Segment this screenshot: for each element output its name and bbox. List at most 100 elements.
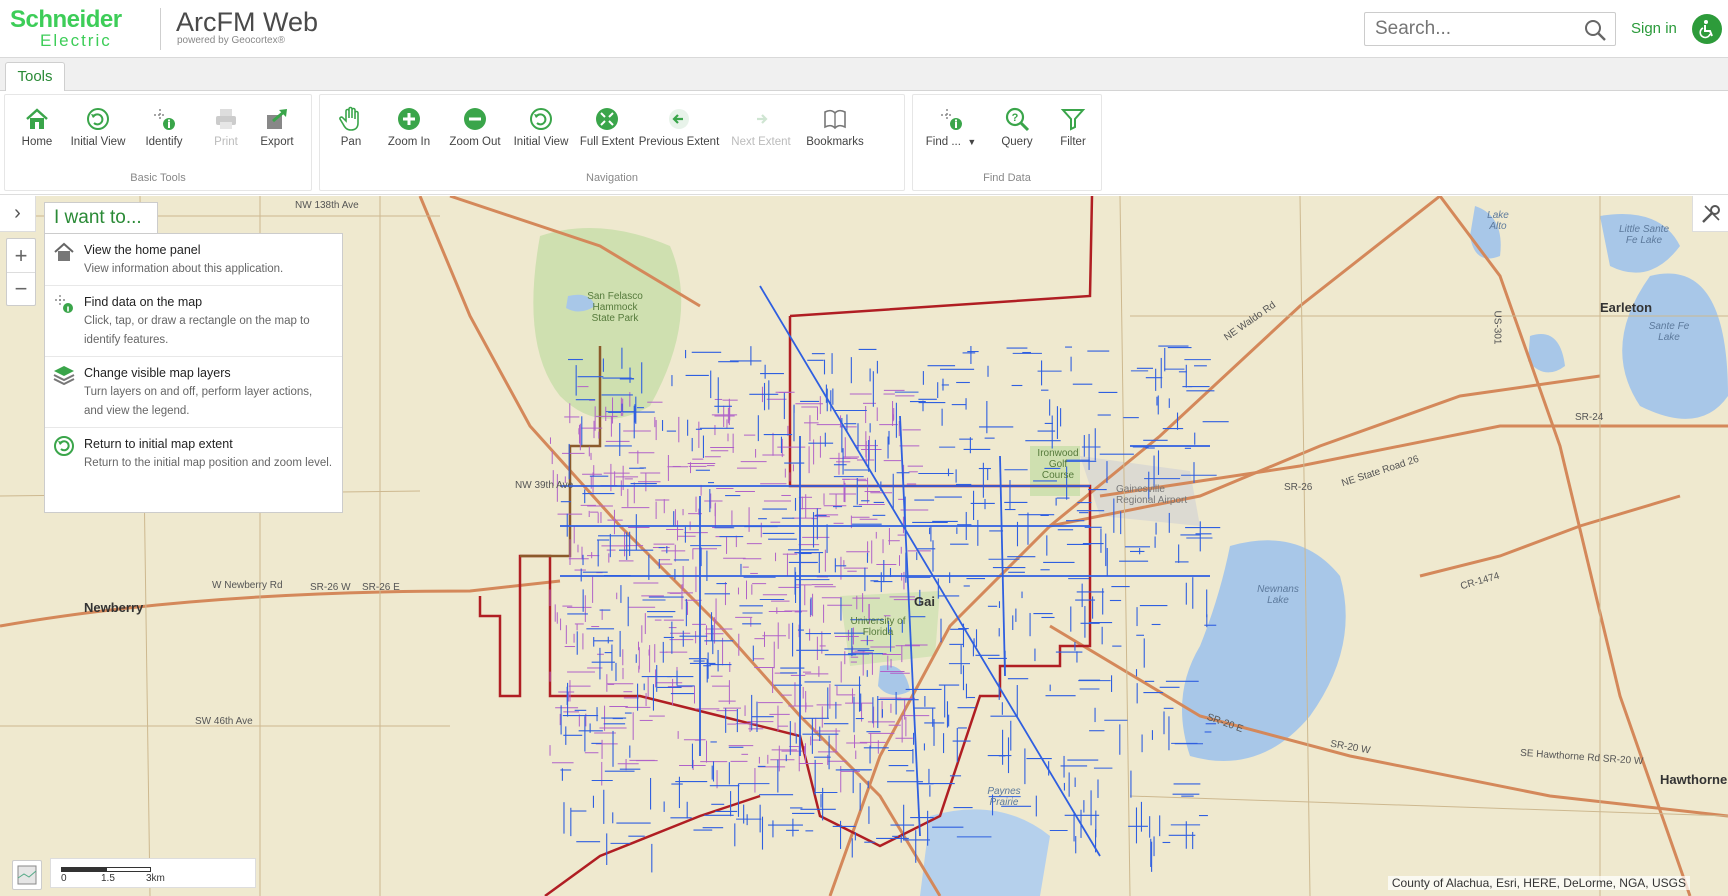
export-button[interactable]: Export — [240, 105, 314, 155]
identify-icon — [154, 109, 175, 130]
bookmarks-button[interactable]: Bookmarks — [798, 105, 872, 155]
sign-in-link[interactable]: Sign in — [1631, 20, 1677, 37]
i-want-to-tab[interactable]: I want to... — [44, 202, 158, 234]
zoom-out-button[interactable]: Zoom Out — [438, 105, 512, 155]
zoom-in-button[interactable]: Zoom In — [372, 105, 446, 155]
iw-title: Change visible map layers — [84, 366, 231, 380]
group-label-navigation: Navigation — [586, 172, 638, 184]
label-newnans-lake: Newnans Lake — [1257, 584, 1299, 606]
group-basic-tools: Home Initial View Identify Print Export … — [4, 94, 312, 191]
book-icon — [824, 109, 846, 130]
tab-tools[interactable]: Tools — [5, 62, 65, 92]
refresh-icon — [87, 108, 109, 130]
map-zoom-in-button[interactable]: + — [7, 239, 35, 272]
group-label-find-data: Find Data — [983, 172, 1031, 184]
refresh-icon — [530, 108, 552, 130]
app-subtitle: powered by Geocortex® — [177, 35, 285, 46]
full-extent-label: Full Extent — [579, 136, 635, 148]
search-icon[interactable] — [1583, 18, 1607, 42]
tab-strip: Tools — [0, 58, 1728, 92]
initial-view-nav-button[interactable]: Initial View — [504, 105, 578, 155]
export-icon — [267, 109, 287, 129]
label-hawthorne: Hawthorne — [1660, 772, 1728, 787]
iw-desc: Return to the initial map position and z… — [84, 457, 333, 469]
brand-name: Schneider — [10, 6, 122, 33]
label-uf: University of Florida — [850, 616, 906, 638]
wrench-icon — [1701, 204, 1720, 223]
find-button[interactable]: Find ... ▼ — [913, 105, 989, 155]
brand-sub: Electric — [40, 31, 112, 50]
zoom-in-label: Zoom In — [387, 136, 431, 148]
filter-button[interactable]: Filter — [1036, 105, 1110, 155]
zoom-out-icon — [464, 108, 486, 130]
home-icon — [54, 242, 74, 261]
overview-map-button[interactable] — [12, 860, 42, 890]
label-sr26w: SR-26 W — [310, 582, 351, 593]
home-icon — [26, 108, 48, 129]
find-label: Find ... ▼ — [913, 136, 989, 148]
iw-desc: Click, tap, or draw a rectangle on the m… — [84, 315, 310, 346]
label-ironwood: Ironwood Golf Course — [1037, 448, 1079, 481]
i-want-to-panel: View the home panel View information abo… — [44, 233, 343, 513]
label-sr26e: SR-26 E — [362, 582, 400, 593]
label-san-felasco: San Felasco Hammock State Park — [587, 291, 643, 324]
filter-label: Filter — [1060, 136, 1086, 148]
refresh-icon — [54, 436, 74, 456]
label-sr24: SR-24 — [1575, 412, 1604, 423]
identify-icon — [55, 295, 73, 313]
zoom-in-icon — [398, 108, 420, 130]
group-navigation: Pan Zoom In Zoom Out Initial View Full E… — [319, 94, 905, 191]
scale-label-0: 0 — [61, 873, 67, 884]
hand-icon — [339, 106, 359, 131]
search-input[interactable] — [1365, 13, 1570, 45]
scale-bar: 0 1.5 3km — [50, 858, 256, 888]
label-sw-46: SW 46th Ave — [195, 716, 253, 727]
find-icon — [941, 109, 962, 130]
label-gainesville: Gai — [914, 594, 935, 609]
full-extent-button[interactable]: Full Extent — [570, 105, 644, 155]
accessibility-icon — [1699, 20, 1713, 39]
map-tools-button[interactable] — [1692, 196, 1728, 232]
map-zoom-out-button[interactable]: − — [7, 272, 35, 305]
iw-item-initial-extent[interactable]: Return to initial map extent Return to t… — [45, 428, 342, 479]
map-attribution: County of Alachua, Esri, HERE, DeLorme, … — [1387, 876, 1690, 890]
label-newberry: Newberry — [84, 600, 144, 615]
group-find-data: Find ... ▼ ? Query Filter Find Data — [912, 94, 1102, 191]
svg-text:?: ? — [1012, 112, 1019, 124]
previous-extent-label: Previous Extent — [638, 136, 720, 148]
full-extent-icon — [596, 108, 618, 130]
label-lake-alto: Lake Alto — [1487, 210, 1509, 232]
previous-extent-button[interactable]: Previous Extent — [636, 105, 722, 155]
group-label-basic-tools: Basic Tools — [130, 172, 186, 184]
label-w-newberry: W Newberry Rd — [212, 580, 283, 591]
chevron-right-icon: › — [14, 202, 21, 224]
iw-item-find-data[interactable]: Find data on the map Click, tap, or draw… — [45, 286, 342, 357]
label-nw-138: NW 138th Ave — [295, 200, 359, 211]
chevron-down-icon[interactable]: ▼ — [967, 137, 976, 147]
label-little-santa-fe: Little Sante Fe Lake — [1618, 224, 1670, 246]
layers-icon — [53, 366, 75, 386]
label-nw-39: NW 39th Ave — [515, 480, 574, 491]
iw-item-map-layers[interactable]: Change visible map layers Turn layers on… — [45, 357, 342, 428]
initial-view-label: Initial View — [70, 136, 126, 148]
initial-view-nav-label: Initial View — [513, 136, 569, 148]
arrow-left-icon — [669, 109, 689, 129]
label-paynes-prairie: Paynes Prairie — [987, 786, 1021, 808]
panel-toggle-button[interactable]: › — [0, 196, 36, 232]
scale-label-max: 3km — [146, 873, 165, 884]
app-title: ArcFM Web — [176, 7, 319, 37]
toolbar: Home Initial View Identify Print Export … — [0, 91, 1728, 195]
label-earleton: Earleton — [1600, 300, 1653, 315]
accessibility-button[interactable] — [1692, 14, 1722, 44]
query-icon: ? — [1005, 107, 1030, 132]
initial-view-button[interactable]: Initial View — [61, 105, 135, 155]
map-view[interactable]: Newberry Earleton Hawthorne Gai San Fela… — [0, 196, 1728, 896]
iw-item-home-panel[interactable]: View the home panel View information abo… — [45, 234, 342, 286]
next-extent-button[interactable]: Next Extent — [724, 105, 798, 155]
iw-desc: Turn layers on and off, perform layer ac… — [84, 386, 313, 417]
search-box[interactable] — [1364, 12, 1616, 46]
zoom-out-label: Zoom Out — [449, 136, 501, 148]
label-us301: US-301 — [1491, 310, 1503, 345]
scale-bar-graphic — [61, 867, 151, 872]
print-icon — [216, 109, 236, 129]
